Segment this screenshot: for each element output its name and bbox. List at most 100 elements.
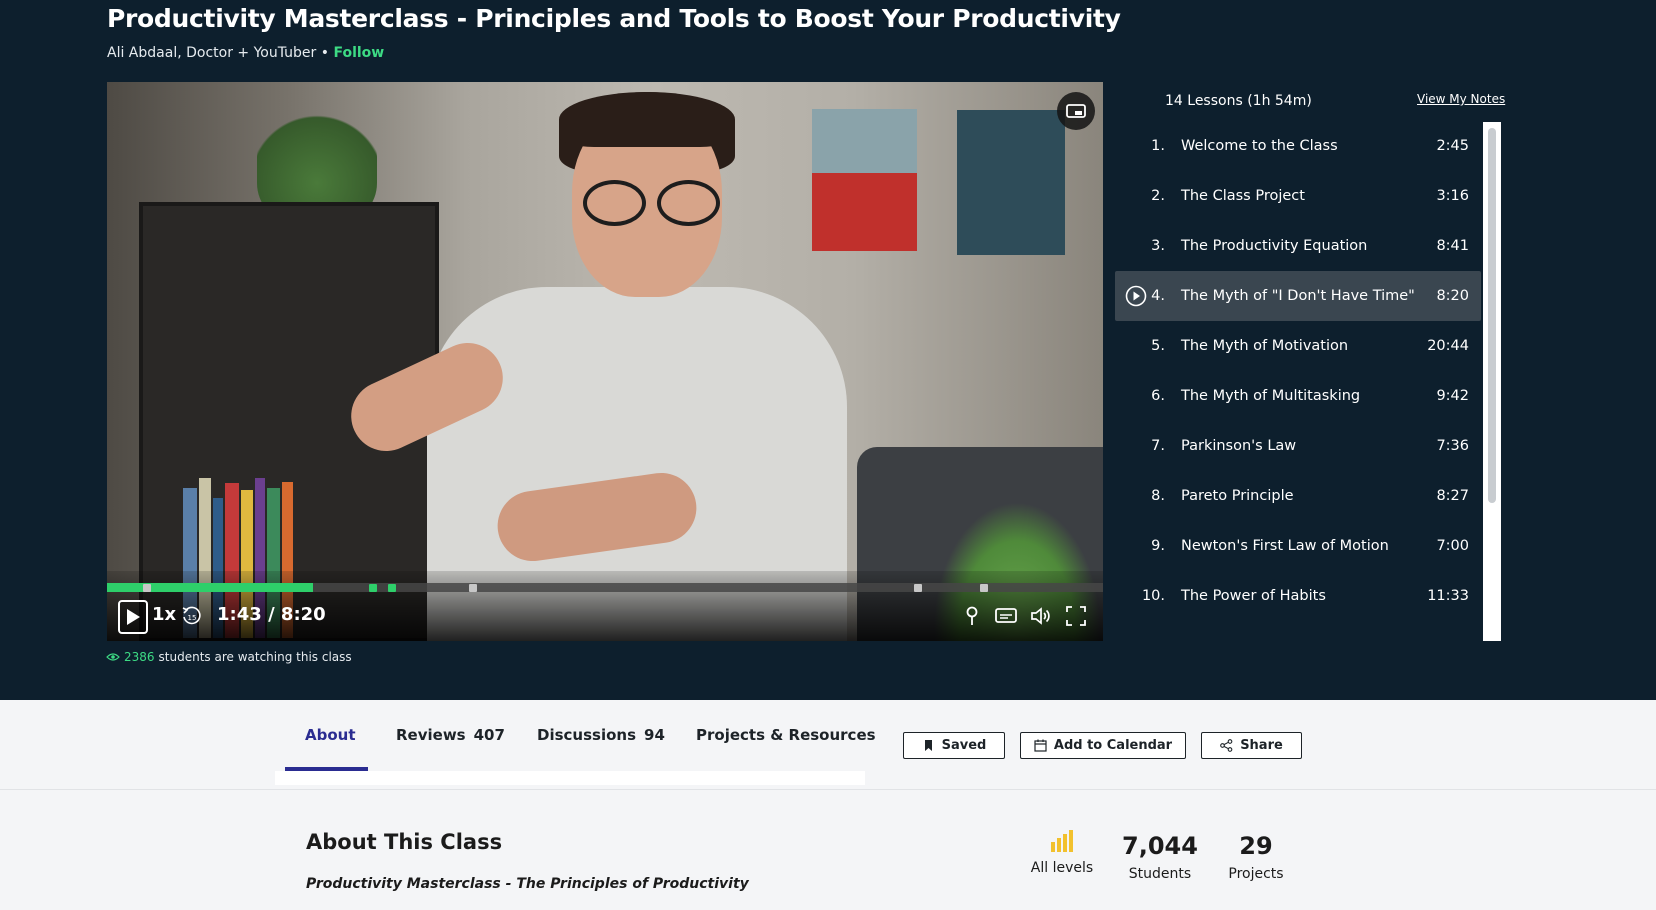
- lesson-title: The Myth of "I Don't Have Time": [1181, 288, 1415, 304]
- lesson-title: The Myth of Multitasking: [1181, 388, 1361, 404]
- projects-label: Projects: [1228, 866, 1284, 882]
- playback-speed[interactable]: 1x: [152, 604, 176, 625]
- tab-reviews[interactable]: Reviews 407: [396, 726, 505, 744]
- course-header: Productivity Masterclass - Principles an…: [0, 0, 1656, 700]
- view-my-notes-link[interactable]: View My Notes: [1417, 92, 1505, 106]
- progress-note-marker[interactable]: [369, 584, 377, 592]
- about-title: About This Class: [306, 830, 503, 854]
- fullscreen-icon[interactable]: [1064, 604, 1088, 628]
- lesson-item-active[interactable]: 4. The Myth of "I Don't Have Time" 8:20: [1115, 271, 1481, 321]
- course-title: Productivity Masterclass - Principles an…: [107, 4, 1121, 33]
- play-circle-icon: [1125, 285, 1147, 307]
- progress-bar[interactable]: [107, 583, 1103, 592]
- video-scene-glasses: [575, 180, 725, 226]
- progress-note-marker[interactable]: [914, 584, 922, 592]
- rewind-15-icon[interactable]: 15: [181, 605, 203, 627]
- lesson-item[interactable]: 6. The Myth of Multitasking 9:42: [1115, 371, 1481, 421]
- lesson-number: 3.: [1151, 238, 1165, 254]
- course-byline: Ali Abdaal, Doctor + YouTuber • Follow: [107, 45, 384, 61]
- projects-stat: 29 Projects: [1220, 832, 1292, 882]
- lesson-number: 9.: [1151, 538, 1165, 554]
- tab-reviews-label: Reviews: [396, 726, 466, 744]
- time-separator: /: [268, 604, 275, 625]
- video-player[interactable]: 1x 15 1:43 / 8:20: [107, 82, 1103, 641]
- lesson-title: Welcome to the Class: [1181, 138, 1338, 154]
- current-time: 1:43: [217, 604, 262, 625]
- lesson-list: 1. Welcome to the Class 2:45 2. The Clas…: [1115, 121, 1481, 621]
- play-icon: [127, 609, 140, 625]
- lesson-number: 2.: [1151, 188, 1165, 204]
- lesson-item[interactable]: 7. Parkinson's Law 7:36: [1115, 421, 1481, 471]
- video-scene-poster: [812, 109, 917, 251]
- progress-note-marker[interactable]: [469, 584, 477, 592]
- follow-link[interactable]: Follow: [333, 45, 384, 61]
- lesson-title: Parkinson's Law: [1181, 438, 1297, 454]
- tab-discussions[interactable]: Discussions 94: [537, 726, 665, 744]
- lesson-item[interactable]: 8. Pareto Principle 8:27: [1115, 471, 1481, 521]
- about-subtitle: Productivity Masterclass - The Principle…: [306, 876, 749, 892]
- progress-note-marker[interactable]: [980, 584, 988, 592]
- lesson-number: 6.: [1151, 388, 1165, 404]
- lesson-item[interactable]: 9. Newton's First Law of Motion 7:00: [1115, 521, 1481, 571]
- students-label: Students: [1128, 866, 1192, 882]
- lesson-item[interactable]: 1. Welcome to the Class 2:45: [1115, 121, 1481, 171]
- eye-icon: [106, 653, 120, 661]
- watching-indicator: 2386 students are watching this class: [106, 650, 352, 664]
- svg-text:15: 15: [188, 614, 197, 622]
- lesson-duration: 7:36: [1436, 438, 1469, 454]
- lesson-title: The Myth of Motivation: [1181, 338, 1349, 354]
- about-section: About This Class Productivity Masterclas…: [0, 790, 1656, 910]
- bookmark-icon: [924, 740, 932, 751]
- level-bars-icon: [1051, 830, 1073, 852]
- share-label: Share: [1240, 738, 1283, 753]
- tab-projects-resources[interactable]: Projects & Resources: [696, 726, 876, 744]
- lesson-item[interactable]: 5. The Myth of Motivation 20:44: [1115, 321, 1481, 371]
- level-label: All levels: [1030, 860, 1094, 876]
- picture-in-picture-button[interactable]: [1057, 92, 1095, 130]
- share-button[interactable]: Share: [1201, 732, 1302, 759]
- tab-about[interactable]: About: [305, 726, 356, 744]
- progress-note-marker[interactable]: [143, 584, 151, 592]
- lesson-number: 5.: [1151, 338, 1165, 354]
- add-to-calendar-button[interactable]: Add to Calendar: [1020, 732, 1186, 759]
- byline-separator: •: [320, 45, 329, 61]
- active-tab-indicator: [285, 767, 368, 771]
- progress-note-marker[interactable]: [388, 584, 396, 592]
- lesson-number: 1.: [1151, 138, 1165, 154]
- saved-label: Saved: [941, 738, 987, 753]
- scrollbar-thumb[interactable]: [1488, 128, 1496, 503]
- tab-discussions-label: Discussions: [537, 726, 637, 744]
- lesson-number: 8.: [1151, 488, 1165, 504]
- level-stat: All levels: [1027, 828, 1097, 876]
- captions-icon[interactable]: [994, 604, 1018, 628]
- notes-pin-icon[interactable]: [960, 604, 984, 628]
- tabs-underlay: [275, 771, 865, 785]
- volume-icon[interactable]: [1029, 604, 1053, 628]
- lesson-duration: 3:16: [1436, 188, 1469, 204]
- lesson-duration: 8:20: [1436, 288, 1469, 304]
- lesson-title: The Class Project: [1181, 188, 1305, 204]
- lesson-number: 7.: [1151, 438, 1165, 454]
- lesson-duration: 8:27: [1436, 488, 1469, 504]
- lesson-item[interactable]: 3. The Productivity Equation 8:41: [1115, 221, 1481, 271]
- saved-button[interactable]: Saved: [903, 732, 1005, 759]
- lesson-title: Newton's First Law of Motion: [1181, 538, 1389, 554]
- lesson-duration: 9:42: [1436, 388, 1469, 404]
- tab-reviews-count: 407: [473, 726, 505, 744]
- lesson-title: The Power of Habits: [1181, 588, 1326, 604]
- tab-bar: About Reviews 407 Discussions 94 Projects …: [0, 700, 1656, 790]
- calendar-icon: [1034, 739, 1047, 752]
- watching-count: 2386: [124, 650, 155, 664]
- video-scene-poster: [957, 110, 1065, 255]
- author-name[interactable]: Ali Abdaal, Doctor + YouTuber: [107, 45, 316, 61]
- lesson-title: Pareto Principle: [1181, 488, 1294, 504]
- play-button[interactable]: [118, 600, 148, 634]
- lesson-scrollbar[interactable]: [1483, 122, 1501, 641]
- lesson-item[interactable]: 2. The Class Project 3:16: [1115, 171, 1481, 221]
- tab-discussions-count: 94: [644, 726, 665, 744]
- lesson-number: 10.: [1141, 588, 1165, 604]
- picture-in-picture-icon: [1066, 104, 1086, 118]
- lesson-duration: 7:00: [1436, 538, 1469, 554]
- calendar-label: Add to Calendar: [1053, 738, 1173, 753]
- lesson-item[interactable]: 10. The Power of Habits 11:33: [1115, 571, 1481, 621]
